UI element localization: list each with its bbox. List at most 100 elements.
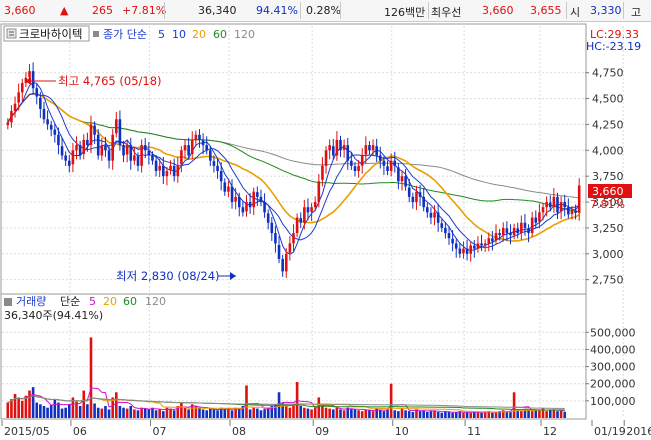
list-icon [6, 28, 17, 39]
candle-body [429, 212, 433, 218]
volume-bar [24, 395, 28, 418]
indicator-icon [4, 298, 12, 306]
candle-body [371, 145, 375, 151]
volume-bar [136, 410, 140, 418]
volume-bar [187, 409, 190, 418]
divider [300, 2, 301, 19]
volume-bar [89, 337, 93, 418]
volume-bar [317, 397, 321, 418]
high-label: 고 [631, 6, 642, 19]
candle-body [10, 110, 13, 123]
volume-tick-label: 100,000 [590, 395, 636, 408]
price-tick-label: 4,500 [592, 93, 624, 106]
candle-body [559, 202, 563, 212]
candle-body [501, 227, 505, 236]
candle-body [523, 222, 527, 228]
quote-volume-ratio: 94.41% [256, 4, 298, 17]
volume-ma-period-5: 5 [89, 295, 96, 308]
volume-bar [563, 411, 567, 418]
price-tick-label: 3,750 [592, 170, 624, 183]
candle-body [180, 150, 183, 165]
volume-bar [172, 410, 176, 418]
volume-bar [129, 406, 133, 418]
volume-bar [360, 411, 364, 418]
candle-body [527, 228, 530, 234]
candle-body [487, 238, 491, 244]
candle-body [194, 134, 198, 140]
candle-body [241, 207, 245, 213]
candle-body [223, 182, 227, 192]
candle-body [158, 165, 161, 171]
candle-body [462, 248, 465, 254]
candle-body [498, 233, 501, 236]
volume-bar [454, 412, 458, 418]
candle-body [35, 88, 39, 97]
volume-bar [6, 402, 10, 418]
volume-bar [230, 410, 234, 418]
volume-bar [57, 402, 60, 418]
ma-period-60: 60 [213, 28, 227, 41]
volume-bar [20, 400, 24, 418]
volume-bar [96, 407, 100, 418]
volume-bar [339, 409, 342, 418]
candle-body [129, 145, 133, 161]
candle-body [190, 139, 194, 154]
candle-body [201, 140, 205, 146]
x-tick-label: 10 [395, 425, 409, 438]
candle-body [368, 145, 371, 151]
min-price-label: 최저 2,830 (08/24) [116, 269, 220, 283]
candle-body [187, 145, 190, 156]
stock-chart[interactable]: 2,7503,0003,2503,5003,7504,0004,2504,500… [0, 22, 651, 440]
volume-ma-period-120: 120 [145, 295, 166, 308]
current-price-badge-text: 3,660 [592, 185, 624, 198]
candle-body [339, 139, 342, 151]
candle-body [172, 165, 176, 177]
candle-body [548, 202, 552, 208]
candle-body [458, 248, 462, 254]
candle-body [436, 212, 440, 223]
volume-bar [245, 385, 248, 418]
candle-body [205, 145, 209, 151]
x-tick-label: 01/19 [594, 425, 626, 438]
volume-bar [559, 410, 563, 418]
volume-bar [465, 412, 469, 418]
quote-bar: 3,660 ▲ 265 +7.81% 36,340 94.41% 0.28% 1… [0, 0, 651, 22]
ma-period-5: 5 [158, 28, 165, 41]
candle-body [17, 92, 20, 103]
candle-body [31, 71, 35, 89]
candle-body [331, 146, 335, 156]
candle-body [42, 108, 46, 120]
volume-bar [520, 411, 523, 418]
candle-body [509, 233, 512, 236]
candle-body [328, 145, 331, 151]
candle-body [444, 227, 447, 234]
hc-label: HC:-23.19 [586, 40, 641, 53]
candle-body [71, 150, 75, 165]
candle-body [321, 165, 324, 180]
candle-body [454, 243, 458, 249]
candle-body [447, 233, 451, 239]
volume-bar [237, 409, 241, 418]
x-tick-label: 06 [73, 425, 87, 438]
candle-body [53, 129, 57, 135]
candle-body [335, 139, 339, 156]
volume-bar [516, 410, 520, 418]
ma-label: 종가 단순 [103, 28, 147, 41]
volume-bar [368, 410, 371, 418]
volume-bar [313, 407, 317, 418]
candle-body [256, 192, 259, 197]
volume-bar [328, 408, 331, 418]
min-annotation: 최저 2,830 (08/24) [116, 269, 236, 283]
candle-body [393, 160, 397, 166]
max-price-label: 최고 4,765 (05/18) [58, 74, 162, 88]
quote-amount: 126백만 [384, 6, 426, 19]
price-tick-label: 2,750 [592, 274, 624, 287]
volume-bar [440, 412, 444, 418]
volume-bar [371, 411, 375, 418]
volume-bar [436, 412, 440, 418]
volume-bar [140, 407, 143, 418]
candle-body [169, 165, 172, 171]
candle-body [397, 167, 400, 182]
volume-tick-label: 200,000 [590, 378, 636, 391]
volume-bar [17, 397, 20, 418]
